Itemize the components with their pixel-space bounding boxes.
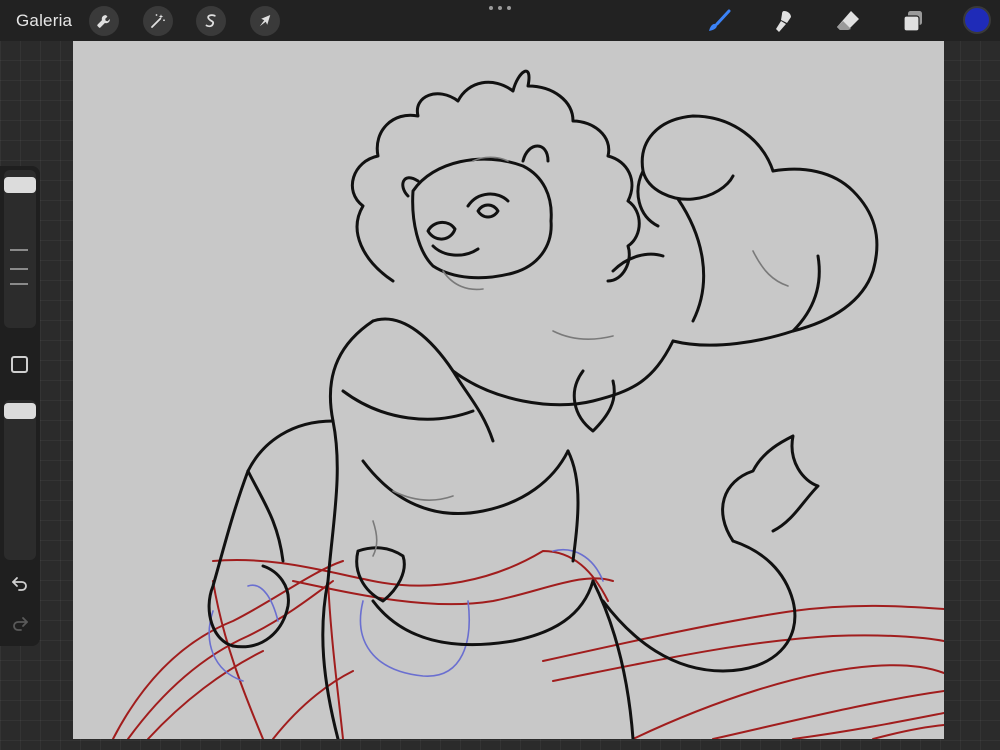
selection-button[interactable] bbox=[196, 6, 226, 36]
layers-icon bbox=[903, 11, 922, 32]
transform-button[interactable] bbox=[250, 6, 280, 36]
brush-size-slider-thumb[interactable] bbox=[4, 177, 36, 194]
size-tick-mark bbox=[10, 249, 28, 251]
gallery-button[interactable]: Galeria bbox=[16, 11, 72, 31]
color-picker-button[interactable] bbox=[963, 6, 991, 34]
eraser-tool-button[interactable] bbox=[833, 6, 863, 36]
wrench-icon bbox=[97, 15, 110, 28]
left-sidebar bbox=[0, 166, 40, 646]
actions-button[interactable] bbox=[89, 6, 119, 36]
red-sketch-layer bbox=[112, 549, 944, 739]
adjustments-button[interactable] bbox=[143, 6, 173, 36]
top-toolbar: Galeria bbox=[0, 0, 1000, 41]
size-tick-mark bbox=[10, 268, 28, 270]
lion-lineart-drawing bbox=[112, 69, 944, 739]
undo-icon bbox=[12, 577, 27, 591]
arrow-cursor-icon bbox=[259, 15, 271, 27]
smudge-icon bbox=[776, 11, 791, 32]
brush-tool-button[interactable] bbox=[704, 6, 734, 36]
selection-s-icon bbox=[205, 14, 216, 28]
undo-button[interactable] bbox=[8, 571, 32, 595]
size-tick-mark bbox=[10, 283, 28, 285]
opacity-slider[interactable] bbox=[4, 400, 36, 560]
black-lineart-layer bbox=[207, 69, 879, 739]
smudge-tool-button[interactable] bbox=[768, 6, 798, 36]
redo-icon bbox=[13, 617, 28, 631]
more-options-button[interactable] bbox=[489, 3, 511, 13]
dot-icon bbox=[498, 6, 502, 10]
redo-button[interactable] bbox=[8, 611, 32, 635]
drawing-canvas[interactable] bbox=[73, 41, 944, 739]
layers-button[interactable] bbox=[898, 6, 928, 36]
brush-icon bbox=[709, 9, 731, 31]
magic-wand-icon bbox=[151, 14, 165, 28]
dot-icon bbox=[507, 6, 511, 10]
eraser-icon bbox=[837, 11, 859, 30]
modify-button[interactable] bbox=[11, 356, 28, 373]
opacity-slider-thumb[interactable] bbox=[4, 402, 36, 419]
dot-icon bbox=[489, 6, 493, 10]
